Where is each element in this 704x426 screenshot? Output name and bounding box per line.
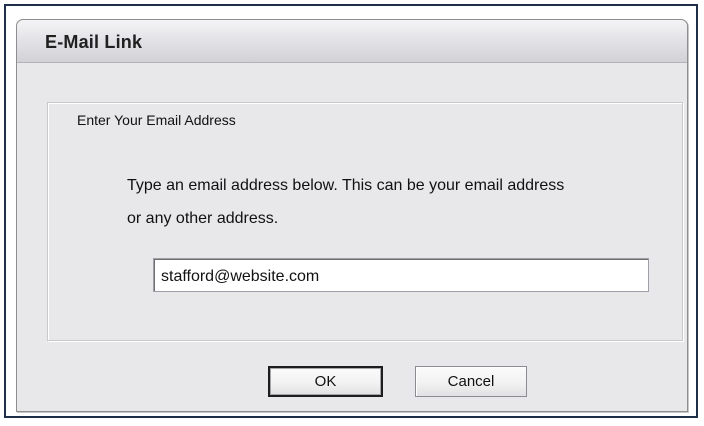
instruction-text: Type an email address below. This can be…: [127, 169, 687, 235]
dialog-title-bar[interactable]: E-Mail Link: [17, 20, 687, 63]
instruction-line-1: Type an email address below. This can be…: [127, 177, 565, 194]
ok-button[interactable]: OK: [268, 366, 383, 397]
dialog-title: E-Mail Link: [45, 32, 143, 52]
cancel-button[interactable]: Cancel: [415, 366, 527, 397]
email-input[interactable]: [153, 258, 649, 292]
email-link-dialog: E-Mail Link Enter Your Email Address Typ…: [16, 19, 688, 412]
instruction-line-2: or any other address.: [127, 210, 279, 227]
email-address-group-label: Enter Your Email Address: [70, 112, 245, 128]
